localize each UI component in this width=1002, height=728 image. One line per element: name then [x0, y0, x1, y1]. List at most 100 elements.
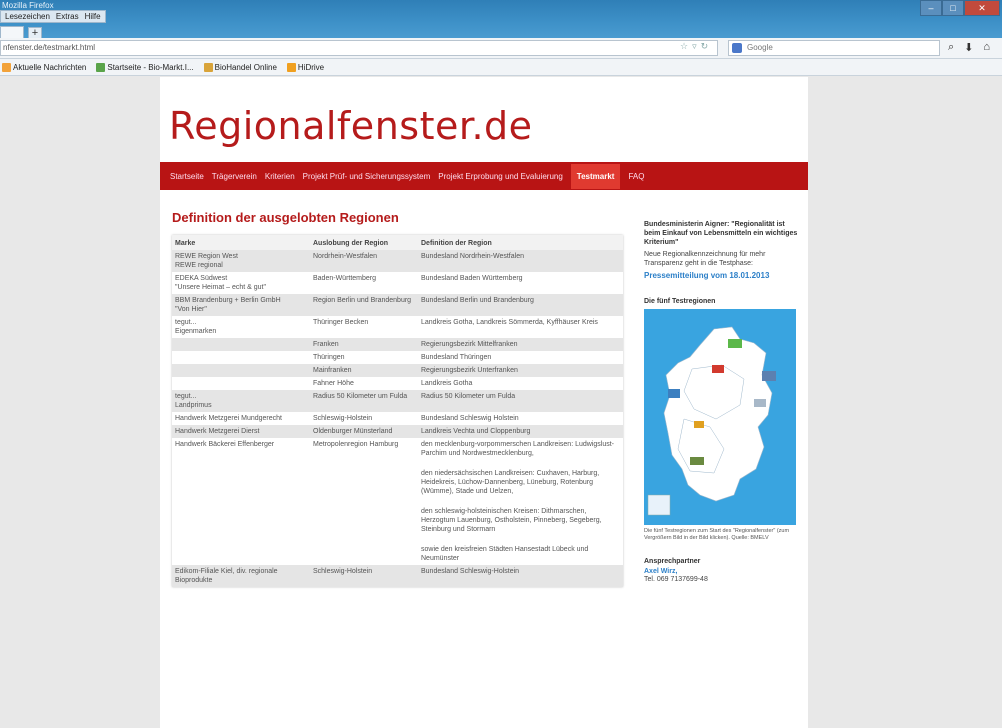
nav-item-kriterien[interactable]: Kriterien [265, 172, 295, 181]
cell-auslobung: Region Berlin und Brandenburg [310, 294, 418, 316]
cell-line: Fahner Höhe [313, 380, 354, 387]
nav-item-trägerverein[interactable]: Trägerverein [212, 172, 257, 181]
window-controls: – □ ✕ [920, 0, 1000, 16]
table-row: Fahner Höhe Landkreis Gotha [172, 377, 623, 390]
cell-auslobung: Metropolenregion Hamburg [310, 438, 418, 565]
bookmark-icon [203, 62, 213, 72]
search-icon[interactable]: ⌕ [948, 41, 954, 54]
toolbar-icons: ⌕ ⬇ ⌂ [948, 41, 990, 54]
nav-item-faq[interactable]: FAQ [628, 172, 644, 181]
cell-definition: Bundesland Baden Württemberg [418, 272, 623, 294]
menu-bar: Lesezeichen Extras Hilfe [0, 10, 106, 23]
cell-line: Baden-Württemberg [313, 275, 377, 282]
url-icons: ☆ ▿ ↻ [680, 41, 708, 52]
cell-line: Regierungsbezirk Unterfranken [421, 367, 518, 374]
close-button[interactable]: ✕ [964, 0, 1000, 16]
bookmark-item[interactable]: Aktuelle Nachrichten [2, 62, 86, 72]
site-logo[interactable]: Regionalfenster.de [169, 104, 533, 148]
minimize-button[interactable]: – [920, 0, 942, 16]
cell-auslobung: Thüringer Becken [310, 316, 418, 338]
nav-item-projekt-prüf-und-sicherungssystem[interactable]: Projekt Prüf- und Sicherungssystem [303, 172, 431, 181]
cell-marke: EDEKA Südwest "Unsere Heimat – echt & gut… [172, 272, 310, 294]
table-body: REWE Region West REWE regional Nordrhein-W… [172, 250, 623, 587]
star-icon[interactable]: ☆ [680, 41, 688, 52]
cell-line: Bundesland Thüringen [421, 354, 492, 361]
home-icon[interactable]: ⌂ [983, 41, 990, 54]
cell-line: Franken [313, 341, 339, 348]
bookmark-item[interactable]: HiDrive [286, 62, 325, 72]
cell-line: Handwerk Bäckerei Effenberger [175, 441, 275, 448]
page-title: Definition der ausgelobten Regionen [172, 210, 399, 225]
cell-paragraph: den mecklenburg-vorpommerschen Landkreis… [421, 441, 614, 457]
cell-line: Oldenburger Münsterland [313, 428, 393, 435]
cell-marke [172, 364, 310, 377]
test-regions-map[interactable] [644, 309, 796, 525]
cell-definition: Bundesland Thüringen [418, 351, 623, 364]
table-row: tegut... Eigenmarken Thüringer Becken Landk… [172, 316, 623, 338]
menu-item[interactable]: Extras [56, 12, 79, 21]
nav-item-startseite[interactable]: Startseite [170, 172, 204, 181]
cell-marke: Handwerk Metzgerei Mundgerecht [172, 412, 310, 425]
table-row: Mainfranken Regierungsbezirk Unterfranken [172, 364, 623, 377]
cell-marke: REWE Region West REWE regional [172, 250, 310, 272]
reload-icon[interactable]: ↻ [701, 41, 709, 52]
cell-line: Eigenmarken [175, 328, 217, 335]
cell-line: Radius 50 Kilometer um Fulda [421, 393, 516, 400]
google-icon[interactable] [732, 43, 742, 53]
cell-line: Landprimus [175, 402, 212, 409]
sidebar-text: Neue Regionalkennzeichnung für mehr Tran… [644, 251, 766, 267]
cell-line: Region Berlin und Brandenburg [313, 297, 412, 304]
bookmark-icon [286, 62, 296, 72]
contact-name-link[interactable]: Axel Wirz, [644, 568, 800, 575]
table-header-row: Marke Auslobung der Region Definition de… [172, 235, 623, 250]
cell-paragraph: sowie den kreisfreien Städten Hansestadt… [421, 546, 589, 562]
cell-marke: Handwerk Bäckerei Effenberger [172, 438, 310, 565]
cell-definition: Bundesland Schleswig Holstein [418, 412, 623, 425]
contact-title: Ansprechpartner [644, 558, 701, 565]
cell-marke: Handwerk Metzgerei Dierst [172, 425, 310, 438]
regions-table: Marke Auslobung der Region Definition de… [172, 235, 623, 587]
browser-title-bar: Mozilla Firefox Lesezeichen Extras Hilfe +… [0, 0, 1002, 40]
table-row: Handwerk Bäckerei Effenberger Metropolenr… [172, 438, 623, 565]
cell-definition: Bundesland Nordrhein-Westfalen [418, 250, 623, 272]
cell-line: Bundesland Berlin und Brandenburg [421, 297, 534, 304]
cell-auslobung: Oldenburger Münsterland [310, 425, 418, 438]
cell-line: Radius 50 Kilometer um Fulda [313, 393, 408, 400]
cell-line: Landkreis Gotha, Landkreis Sömmerda, Kyf… [421, 319, 598, 326]
cell-auslobung: Schleswig-Holstein [310, 412, 418, 425]
cell-definition: Regierungsbezirk Unterfranken [418, 364, 623, 377]
cell-paragraph: den schleswig-holsteinischen Kreisen: Di… [421, 508, 602, 533]
press-release-link[interactable]: Pressemitteilung vom 18.01.2013 [644, 271, 800, 280]
contact-phone: Tel. 069 7137699-48 [644, 576, 708, 583]
cell-line: Thüringer Becken [313, 319, 369, 326]
cell-line: Landkreis Gotha [421, 380, 473, 387]
bookmark-icon [2, 62, 11, 72]
url-field[interactable]: nfenster.de/testmarkt.html [0, 40, 718, 56]
search-input[interactable]: Google [728, 40, 940, 56]
cell-marke: BBM Brandenburg + Berlin GmbH "Von Hier" [172, 294, 310, 316]
bookmark-item[interactable]: Startseite - Bio-Markt.I... [96, 62, 194, 72]
nav-item-projekt-erprobung-und-evaluierung[interactable]: Projekt Erprobung und Evaluierung [438, 172, 563, 181]
column-header-marke: Marke [172, 235, 310, 250]
bookmark-item[interactable]: BioHandel Online [203, 62, 277, 72]
download-icon[interactable]: ⬇ [964, 41, 973, 54]
dropdown-icon[interactable]: ▿ [692, 41, 697, 52]
cell-auslobung: Franken [310, 338, 418, 351]
cell-auslobung: Radius 50 Kilometer um Fulda [310, 390, 418, 412]
table-row: EDEKA Südwest "Unsere Heimat – echt & gut… [172, 272, 623, 294]
germany-map-image [647, 326, 776, 516]
table-row: Thüringen Bundesland Thüringen [172, 351, 623, 364]
maximize-button[interactable]: □ [942, 0, 964, 16]
cell-line: Edikom-Filiale Kiel, div. regionale Biop… [175, 568, 278, 584]
main-navigation: Startseite Trägerverein Kriterien Projekt P… [160, 162, 808, 190]
bookmark-label: HiDrive [297, 62, 325, 72]
menu-item[interactable]: Lesezeichen [5, 12, 50, 21]
search-placeholder: Google [747, 43, 773, 52]
cell-line: EDEKA Südwest [175, 275, 228, 282]
cell-line: Handwerk Metzgerei Mundgerecht [175, 415, 282, 422]
cell-line: Regierungsbezirk Mittelfranken [421, 341, 518, 348]
menu-item[interactable]: Hilfe [85, 12, 101, 21]
cell-line: Metropolenregion Hamburg [313, 441, 399, 448]
sidebar: Bundesministerin Aigner: "Regionalität i… [644, 220, 800, 583]
nav-item-testmarkt[interactable]: Testmarkt [570, 163, 621, 189]
